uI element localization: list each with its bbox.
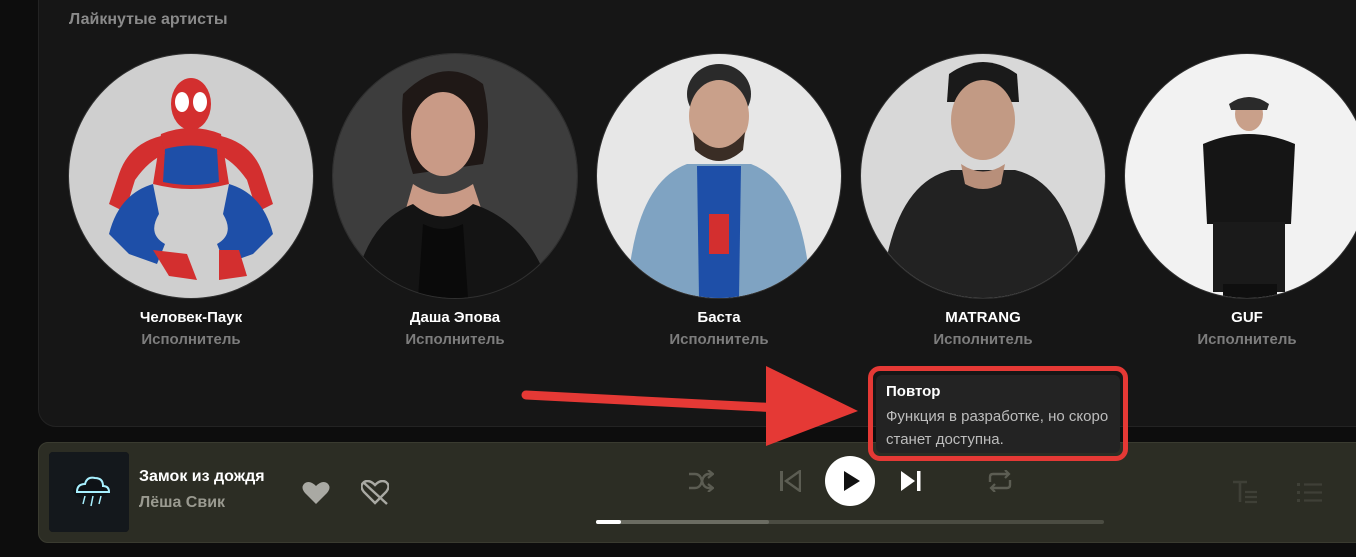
play-button[interactable] xyxy=(825,456,875,506)
track-artist[interactable]: Лёша Свик xyxy=(139,494,225,512)
shuffle-icon[interactable] xyxy=(688,470,714,492)
artist-role: Исполнитель xyxy=(933,331,1033,348)
progress-buffer xyxy=(596,520,769,524)
play-icon xyxy=(844,471,860,491)
progress-bar[interactable] xyxy=(596,520,1104,524)
artist-card[interactable]: Баста Исполнитель xyxy=(596,53,842,353)
heart-broken-icon[interactable] xyxy=(361,480,389,506)
artist-name[interactable]: Человек-Паук xyxy=(68,309,314,326)
artist-avatar[interactable] xyxy=(596,53,842,299)
heart-icon[interactable] xyxy=(302,481,330,505)
section-subtitle: Лайкнутые артисты xyxy=(69,11,228,28)
track-cover[interactable] xyxy=(49,452,129,532)
artist-avatar[interactable] xyxy=(860,53,1106,299)
artist-role: Исполнитель xyxy=(1197,331,1297,348)
artist-name[interactable]: Даша Эпова xyxy=(332,309,578,326)
artist-avatar[interactable] xyxy=(1124,53,1356,299)
artist-name[interactable]: GUF xyxy=(1124,309,1356,326)
repeat-icon[interactable] xyxy=(987,470,1013,492)
queue-icon[interactable] xyxy=(1297,481,1323,503)
artist-role: Исполнитель xyxy=(141,331,241,348)
track-title[interactable]: Замок из дождя xyxy=(139,468,265,486)
next-icon[interactable] xyxy=(900,470,922,492)
artist-avatar[interactable] xyxy=(332,53,578,299)
artist-card[interactable]: MATRANG Исполнитель xyxy=(860,53,1106,353)
artist-card[interactable]: Человек-Паук Исполнитель xyxy=(68,53,314,353)
artist-name[interactable]: MATRANG xyxy=(860,309,1106,326)
player-bar xyxy=(38,442,1356,543)
artist-name[interactable]: Баста xyxy=(596,309,842,326)
artist-role: Исполнитель xyxy=(669,331,769,348)
artist-role: Исполнитель xyxy=(405,331,505,348)
lyrics-icon[interactable] xyxy=(1232,480,1258,504)
progress-fill xyxy=(596,520,621,524)
previous-icon[interactable] xyxy=(779,470,801,492)
artist-card[interactable]: GUF Исполнитель xyxy=(1124,53,1356,353)
page: Лайкнутые артисты Человек-Паук Исполните… xyxy=(0,0,1356,557)
annotation-frame xyxy=(868,366,1128,461)
artist-avatar[interactable] xyxy=(68,53,314,299)
artist-card[interactable]: Даша Эпова Исполнитель xyxy=(332,53,578,353)
